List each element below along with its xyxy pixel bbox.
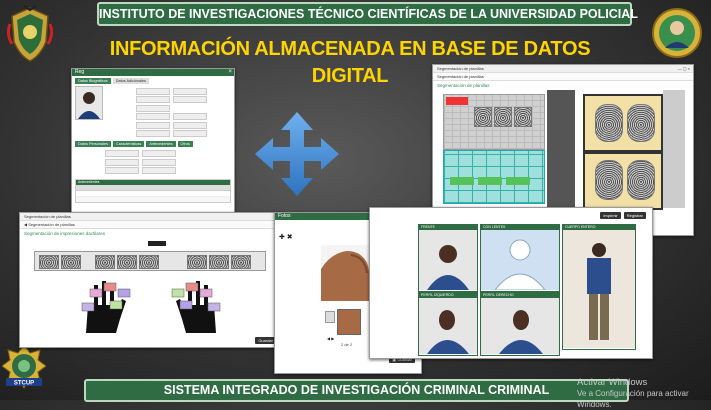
fingerprint-card-segmented[interactable] <box>443 150 545 204</box>
tab-antecedentes[interactable]: Antecedentes <box>146 140 176 147</box>
impresiones-section: Segmentación de impresiones dactilares <box>24 231 106 236</box>
full-body-photo-icon <box>563 230 635 348</box>
person-silhouette-icon <box>78 92 100 119</box>
registro-window: Reg × Datos Biográficos Datos Adicionales … <box>71 68 235 215</box>
close-icon[interactable]: × <box>228 69 232 76</box>
registro-title: Reg <box>75 69 85 75</box>
field-8[interactable] <box>136 121 170 129</box>
segmentacion-top-title: Segmentación de planillas <box>437 66 484 71</box>
fingerprint-strip <box>34 251 266 271</box>
guardar-segmentacion-button[interactable]: Guardar <box>255 337 276 344</box>
field-11[interactable] <box>173 130 207 137</box>
photo-counter: 2 de 2 <box>341 342 353 347</box>
fingerprint-card-front <box>443 94 545 150</box>
hands-diagram <box>81 281 221 333</box>
field-15[interactable] <box>142 158 176 166</box>
tab-datos-adicionales[interactable]: Datos Adicionales <box>112 78 149 84</box>
add-remove-icons[interactable]: ✚ ✖ <box>279 233 293 241</box>
segmentation-canvas <box>439 90 687 210</box>
field-2[interactable] <box>173 87 207 95</box>
selection-box-red[interactable] <box>446 97 468 105</box>
registro-titlebar: Reg × <box>72 69 234 76</box>
system-banner: SISTEMA INTEGRADO DE INVESTIGACIÓN CRIMI… <box>84 379 629 402</box>
thumbnail-2[interactable] <box>337 309 361 335</box>
scan-divider <box>547 90 575 208</box>
field-14[interactable] <box>105 158 139 166</box>
segmentacion-top-section: Segmentación de planillas <box>437 83 490 88</box>
field-4[interactable] <box>173 96 207 103</box>
tab-caracteristicas[interactable]: Características <box>112 140 145 147</box>
antecedentes-table: Antecedentes <box>75 178 231 203</box>
tab-otros[interactable]: Otros <box>177 140 193 147</box>
institute-banner: INSTITUTO DE INVESTIGACIONES TÉCNICO CIE… <box>97 2 638 26</box>
shoulder-photo-icon <box>321 251 370 301</box>
palm-print-upper <box>583 94 663 152</box>
field-7[interactable] <box>173 113 207 120</box>
tab-datos-personales[interactable]: Datos Personales <box>75 140 111 147</box>
field-3[interactable] <box>136 96 170 103</box>
card-frente[interactable]: FRENTE <box>418 224 478 292</box>
field-10[interactable] <box>136 130 170 137</box>
palm-print-lower <box>583 152 663 210</box>
scroll-panel[interactable] <box>663 90 685 208</box>
tab-datos-biograficos[interactable]: Datos Biográficos <box>75 78 111 84</box>
four-way-arrow-icon <box>255 112 339 196</box>
card-perfil-izquierdo[interactable]: PERFIL IZQUIERDO <box>418 292 478 356</box>
seal-label: STCUP <box>14 381 34 387</box>
impresiones-titlebar: Segmentación de planillas <box>20 213 280 221</box>
perfiles-window: Imprimir Registrar FRENTE CON LENTES CUE… <box>369 207 653 359</box>
breadcrumb: Segmentación de planillas <box>433 73 693 81</box>
thumbnail-1[interactable] <box>325 311 335 323</box>
card-perfil-derecho[interactable]: PERFIL DERECHO <box>480 292 560 356</box>
field-9[interactable] <box>173 121 207 129</box>
bolivia-police-shield-icon <box>6 5 54 62</box>
placeholder-avatar-icon <box>481 230 559 291</box>
activation-watermark: Activar Windows Ve a Configuración para … <box>577 377 711 410</box>
field-12[interactable] <box>105 150 139 157</box>
field-1[interactable] <box>136 87 170 95</box>
imprimir-button[interactable]: Imprimir <box>600 212 621 219</box>
fotos-title: Fotos <box>278 213 291 219</box>
suspect-photo <box>75 86 103 120</box>
stcup-seal-icon: STCUP <box>2 344 46 389</box>
impresiones-title: Segmentación de planillas <box>24 214 71 219</box>
dark-label-tag <box>148 241 166 246</box>
university-medallion-icon <box>652 8 702 58</box>
table-row[interactable] <box>76 196 230 202</box>
card-con-lentes[interactable]: CON LENTES <box>480 224 560 292</box>
field-17[interactable] <box>142 167 176 174</box>
field-16[interactable] <box>105 167 139 174</box>
impresiones-dactilares-window: Segmentación de planillas ◀ Segmentación… <box>19 212 281 348</box>
main-photo <box>321 245 373 301</box>
watermark-line-2: Ve a Configuración para activar Windows. <box>577 389 689 409</box>
window-controls-icon[interactable]: — ▢ × <box>678 65 693 72</box>
field-6[interactable] <box>136 113 170 120</box>
watermark-line-1: Activar Windows <box>577 377 648 388</box>
photo-nav[interactable]: ◀ ▶ <box>327 336 334 341</box>
field-5[interactable] <box>136 104 170 112</box>
headline-line-1: INFORMACIÓN ALMACENADA EN BASE DE DATOS <box>109 38 591 60</box>
field-13[interactable] <box>142 150 176 157</box>
segmentacion-top-titlebar: Segmentación de planillas — ▢ × <box>433 65 693 73</box>
frontal-photo-icon <box>419 230 477 290</box>
registrar-button[interactable]: Registrar <box>623 212 646 219</box>
card-cuerpo-entero[interactable]: CUERPO ENTERO <box>562 224 636 350</box>
left-profile-photo-icon <box>419 298 477 354</box>
right-profile-photo-icon <box>481 298 559 354</box>
